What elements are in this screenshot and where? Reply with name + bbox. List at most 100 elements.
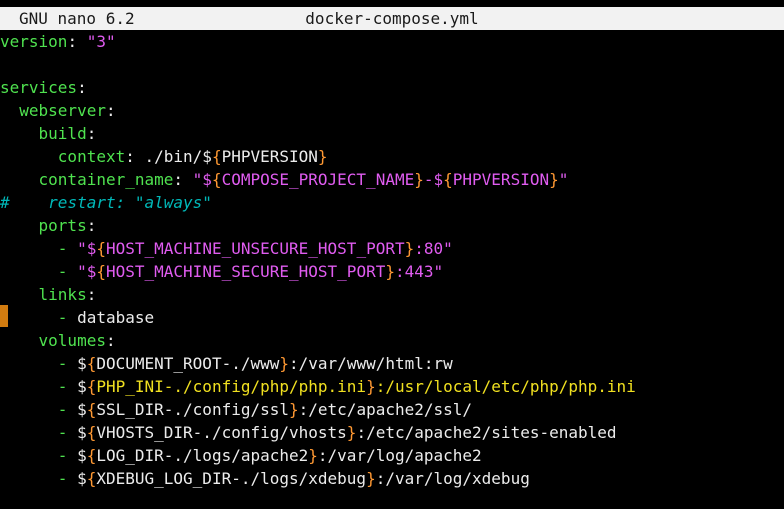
code-token: { — [86, 446, 97, 465]
code-token: - — [57, 446, 68, 465]
title-bar: GNU nano 6.2 docker-compose.yml — [0, 7, 784, 30]
code-token: { — [86, 377, 97, 396]
code-token: :/var/log/apache2 — [317, 446, 482, 465]
code-token: : — [105, 101, 116, 120]
editor-buffer[interactable]: version: "3" services: webserver: build: … — [0, 30, 784, 509]
code-line[interactable]: context: ./bin/${PHPVERSION} — [0, 145, 328, 168]
code-line[interactable]: - ${PHP_INI-./config/php/php.ini}:/usr/l… — [0, 375, 636, 398]
code-token: : — [86, 124, 97, 143]
code-line[interactable]: ports: — [0, 214, 97, 237]
code-token: { — [96, 239, 106, 258]
code-token: # — [0, 193, 10, 212]
code-token: - — [57, 308, 68, 327]
code-token: - — [57, 262, 68, 281]
code-token: XDEBUG_LOG_DIR-./logs/xdebug — [96, 469, 367, 488]
code-token: } — [366, 377, 376, 396]
code-line[interactable]: - "${HOST_MACHINE_SECURE_HOST_PORT}:443" — [0, 260, 443, 283]
code-token: volumes — [38, 331, 106, 350]
code-token: HOST_MACHINE_UNSECURE_HOST_PORT — [105, 239, 405, 258]
code-token: VHOSTS_DIR-./config/vhosts — [96, 423, 347, 442]
code-token: PHPVERSION — [452, 170, 550, 189]
code-line[interactable]: build: — [0, 122, 97, 145]
code-token: LOG_DIR-./logs/apache2 — [96, 446, 309, 465]
code-token: { — [96, 262, 106, 281]
code-token: - — [57, 423, 68, 442]
code-token: :/var/www/html:rw — [289, 354, 453, 373]
code-token: { — [86, 354, 97, 373]
code-token: } — [289, 400, 299, 419]
code-token: " — [558, 170, 569, 189]
code-token: ports — [38, 216, 87, 235]
code-line[interactable]: volumes: — [0, 329, 116, 352]
code-token: - — [57, 400, 68, 419]
code-token: services — [0, 78, 78, 97]
code-token: { — [211, 170, 222, 189]
code-token: { — [443, 170, 453, 189]
code-line[interactable]: - ${SSL_DIR-./config/ssl}:/etc/apache2/s… — [0, 398, 472, 421]
code-token: } — [549, 170, 559, 189]
code-line[interactable]: links: — [0, 283, 97, 306]
code-line[interactable]: version: "3" — [0, 30, 116, 53]
code-token: HOST_MACHINE_SECURE_HOST_PORT — [105, 262, 386, 281]
code-token: COMPOSE_PROJECT_NAME — [221, 170, 415, 189]
code-token: $ — [67, 377, 87, 396]
code-token: : — [105, 331, 116, 350]
code-token: } — [385, 262, 395, 281]
code-token: PHPVERSION — [221, 147, 318, 166]
file-name: docker-compose.yml — [305, 9, 479, 28]
code-token: links — [38, 285, 87, 304]
code-token: database — [67, 308, 155, 327]
code-token: "$ — [192, 170, 212, 189]
code-token: : — [173, 170, 193, 189]
code-token: : — [77, 78, 87, 97]
code-token: container_name — [38, 170, 174, 189]
code-line[interactable]: - ${LOG_DIR-./logs/apache2}:/var/log/apa… — [0, 444, 482, 467]
code-token: -$ — [423, 170, 444, 189]
code-line[interactable]: - ${XDEBUG_LOG_DIR-./logs/xdebug}:/var/l… — [0, 467, 530, 490]
code-token: $ — [67, 446, 87, 465]
code-token: SSL_DIR-./config/ssl — [96, 400, 289, 419]
code-token: : — [86, 216, 97, 235]
code-token: } — [317, 147, 328, 166]
code-token: { — [211, 147, 222, 166]
code-token: :443" — [394, 262, 444, 281]
code-line[interactable]: # restart: "always" — [0, 191, 212, 214]
code-token: { — [86, 400, 97, 419]
code-token: :80" — [414, 239, 453, 258]
code-token: context — [57, 147, 126, 166]
code-token: : — [86, 285, 97, 304]
code-token: restart: "always" — [48, 193, 212, 212]
code-token: DOCUMENT_ROOT-./www — [96, 354, 280, 373]
code-line[interactable]: - ${VHOSTS_DIR-./config/vhosts}:/etc/apa… — [0, 421, 617, 444]
code-line[interactable]: services: — [0, 76, 87, 99]
code-line[interactable]: - ${DOCUMENT_ROOT-./www}:/var/www/html:r… — [0, 352, 453, 375]
code-line[interactable]: webserver: — [0, 99, 116, 122]
code-token: } — [404, 239, 415, 258]
code-token: "$ — [77, 262, 97, 281]
code-token: } — [308, 446, 318, 465]
code-token: } — [366, 469, 376, 488]
code-token: - — [57, 377, 68, 396]
code-line[interactable]: - "${HOST_MACHINE_UNSECURE_HOST_PORT}:80… — [0, 237, 453, 260]
code-token: - — [57, 239, 68, 258]
code-token: $ — [67, 469, 87, 488]
code-token: { — [86, 423, 97, 442]
code-line[interactable]: container_name: "${COMPOSE_PROJECT_NAME}… — [0, 168, 569, 191]
code-line[interactable]: - database — [0, 306, 154, 329]
